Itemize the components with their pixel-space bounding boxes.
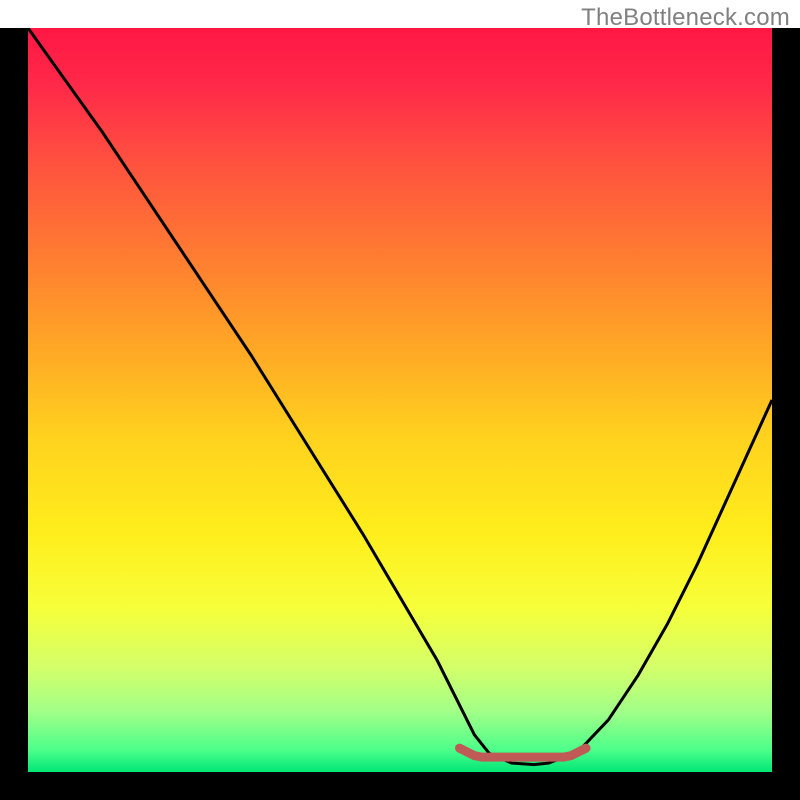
plot-area — [28, 28, 772, 772]
gradient-background — [28, 28, 772, 772]
plot-border — [0, 28, 800, 800]
chart-svg — [28, 28, 772, 772]
chart-frame: TheBottleneck.com — [0, 0, 800, 800]
